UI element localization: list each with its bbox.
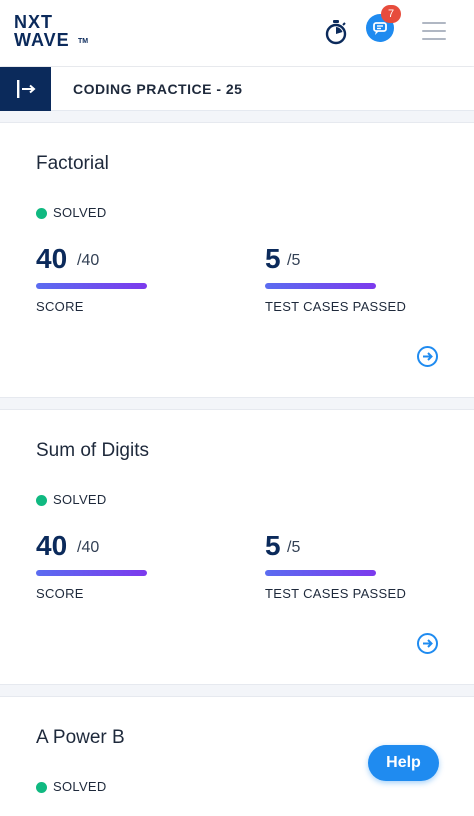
problem-title: Factorial — [36, 153, 109, 174]
score-label: SCORE — [36, 299, 84, 314]
status-text: SOLVED — [53, 492, 107, 507]
test-cases-value: 5 — [265, 243, 281, 274]
test-cases-label: TEST CASES PASSED — [265, 586, 407, 601]
test-cases-metric: 5 /5 TEST CASES PASSED — [265, 243, 445, 323]
test-cases-metric: 5 /5 TEST CASES PASSED — [265, 530, 445, 610]
score-progress-bar — [36, 570, 147, 576]
test-cases-progress-bar — [265, 283, 376, 289]
solved-status-dot-icon — [36, 495, 47, 506]
problem-title: A Power B — [36, 727, 125, 748]
collapse-sidebar-button[interactable] — [0, 67, 51, 111]
problem-card-sum-of-digits[interactable]: Sum of Digits SOLVED 40 /40 SCORE 5 /5 T… — [0, 409, 474, 685]
test-cases-label: TEST CASES PASSED — [265, 299, 407, 314]
score-total: /40 — [77, 539, 100, 556]
open-problem-arrow-icon[interactable] — [417, 346, 438, 367]
problem-card-factorial[interactable]: Factorial SOLVED 40 /40 SCORE 5 /5 TEST … — [0, 122, 474, 398]
top-navbar: NXT WAVE TM 7 — [0, 0, 474, 66]
stopwatch-icon[interactable] — [324, 19, 348, 45]
solved-status-dot-icon — [36, 208, 47, 219]
collapse-sidebar-icon — [17, 80, 36, 98]
test-cases-progress-bar — [265, 570, 376, 576]
hamburger-menu-icon[interactable] — [422, 22, 446, 40]
logo-line-2: WAVE — [14, 30, 70, 50]
test-cases-total: /5 — [287, 539, 301, 556]
score-metric: 40 /40 SCORE — [36, 243, 216, 323]
nxtwave-logo[interactable]: NXT WAVE TM — [14, 12, 94, 52]
page-title: CODING PRACTICE - 25 — [73, 81, 243, 97]
practice-header: CODING PRACTICE - 25 — [0, 67, 474, 111]
score-total: /40 — [77, 252, 100, 269]
status-text: SOLVED — [53, 205, 107, 220]
help-button[interactable]: Help — [368, 745, 439, 781]
open-problem-arrow-icon[interactable] — [417, 633, 438, 654]
notification-badge: 7 — [381, 5, 401, 23]
logo-trademark: TM — [78, 38, 89, 45]
status-text: SOLVED — [53, 779, 107, 794]
score-label: SCORE — [36, 586, 84, 601]
score-value: 40 — [36, 243, 68, 274]
test-cases-value: 5 — [265, 530, 281, 561]
score-metric: 40 /40 SCORE — [36, 530, 216, 610]
score-progress-bar — [36, 283, 147, 289]
score-value: 40 — [36, 530, 68, 561]
solved-status-dot-icon — [36, 782, 47, 793]
problem-title: Sum of Digits — [36, 440, 149, 461]
test-cases-total: /5 — [287, 252, 301, 269]
